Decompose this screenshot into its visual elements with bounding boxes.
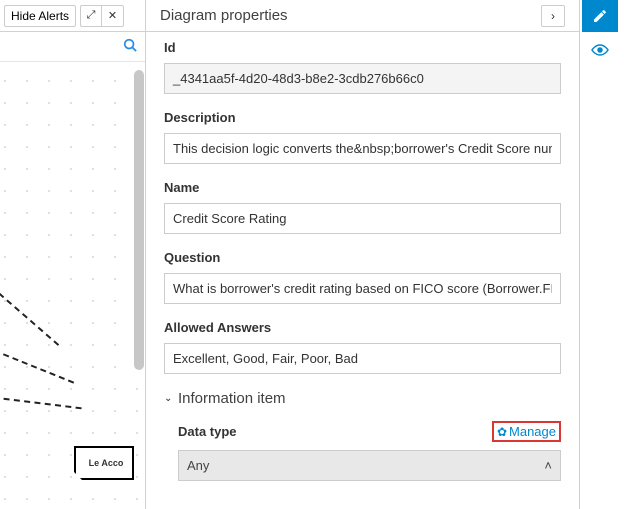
- properties-title: Diagram properties: [160, 7, 541, 24]
- data-type-select[interactable]: Any ˄: [178, 450, 561, 481]
- properties-body: Id _4341aa5f-4d20-48d3-b8e2-3cdb276b66c0…: [146, 32, 579, 509]
- field-id: Id _4341aa5f-4d20-48d3-b8e2-3cdb276b66c0: [164, 40, 561, 94]
- expand-icon[interactable]: ⤢: [80, 5, 102, 27]
- field-description: Description: [164, 110, 561, 164]
- chevron-down-icon: ⌄: [164, 393, 178, 404]
- data-type-selected: Any: [187, 458, 209, 473]
- label-data-type: Data type: [178, 424, 237, 439]
- alerts-icon-group: ⤢ ✕: [80, 5, 124, 27]
- right-rail: [580, 0, 624, 509]
- input-question[interactable]: [164, 273, 561, 304]
- manage-label: Manage: [509, 424, 556, 439]
- input-id: _4341aa5f-4d20-48d3-b8e2-3cdb276b66c0: [164, 63, 561, 94]
- search-row: [0, 32, 145, 62]
- view-mode-button[interactable]: [582, 38, 618, 62]
- properties-header: Diagram properties ›: [146, 0, 579, 32]
- chevron-up-icon: ˄: [544, 458, 552, 473]
- gear-icon: ✿: [497, 425, 507, 439]
- input-description[interactable]: [164, 133, 561, 164]
- section-title: Information item: [178, 390, 286, 407]
- label-name: Name: [164, 180, 561, 195]
- close-icon[interactable]: ✕: [102, 5, 124, 27]
- alerts-toolbar: Hide Alerts ⤢ ✕: [0, 0, 145, 32]
- section-information-item[interactable]: ⌄ Information item: [164, 390, 561, 407]
- label-question: Question: [164, 250, 561, 265]
- field-name: Name: [164, 180, 561, 234]
- properties-panel: Diagram properties › Id _4341aa5f-4d20-4…: [146, 0, 580, 509]
- data-type-row: Data type ✿ Manage: [178, 421, 561, 442]
- canvas-grid: [0, 62, 146, 509]
- diagram-node[interactable]: Le Acco: [74, 446, 134, 480]
- label-description: Description: [164, 110, 561, 125]
- scrollbar-thumb[interactable]: [134, 70, 144, 370]
- search-icon[interactable]: [123, 38, 137, 55]
- left-column: Hide Alerts ⤢ ✕ Le Acco: [0, 0, 146, 509]
- edit-mode-button[interactable]: [582, 0, 618, 32]
- input-allowed-answers[interactable]: [164, 343, 561, 374]
- field-allowed-answers: Allowed Answers: [164, 320, 561, 374]
- field-data-type: Data type ✿ Manage Any ˄: [164, 421, 561, 481]
- input-name[interactable]: [164, 203, 561, 234]
- label-id: Id: [164, 40, 561, 55]
- diagram-canvas[interactable]: Le Acco: [0, 62, 146, 509]
- field-question: Question: [164, 250, 561, 304]
- hide-alerts-button[interactable]: Hide Alerts: [4, 5, 76, 27]
- collapse-panel-button[interactable]: ›: [541, 5, 565, 27]
- manage-data-types-link[interactable]: ✿ Manage: [492, 421, 561, 442]
- label-allowed-answers: Allowed Answers: [164, 320, 561, 335]
